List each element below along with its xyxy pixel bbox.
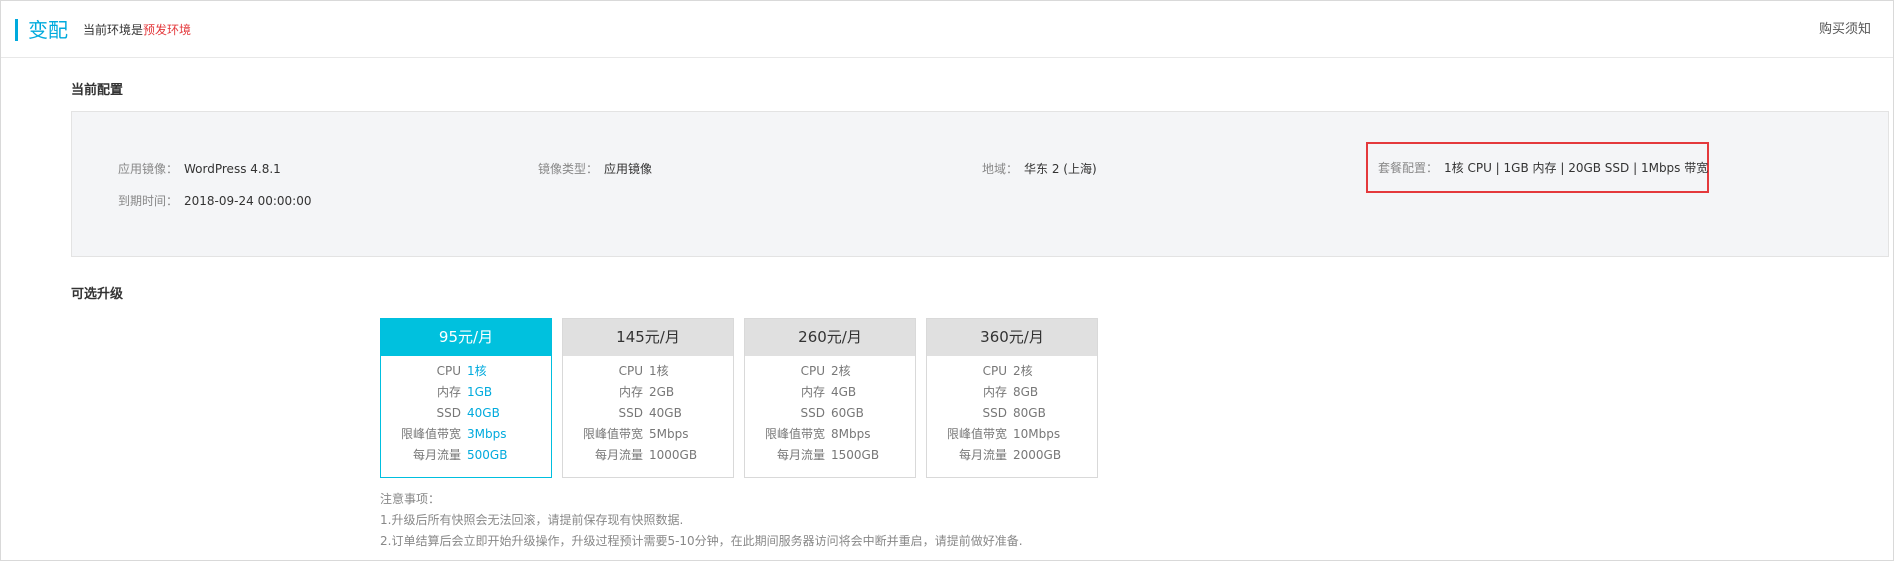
expire-value: 2018-09-24 00:00:00 [184,194,312,208]
image-value: WordPress 4.8.1 [184,162,281,176]
page-frame: 变配 当前环境是预发环境 购买须知 当前配置 应用镜像： WordPress 4.… [0,0,1894,561]
current-config-panel: 应用镜像： WordPress 4.8.1 镜像类型： 应用镜像 地域： 华东 2 (… [71,111,1889,257]
package-highlight-box: 套餐配置： 1核 CPU | 1GB 内存 | 20GB SSD | 1Mbps … [1366,142,1709,193]
note-item: 2.订单结算后会立即开始升级操作，升级过程预计需要5-10分钟，在此期间服务器访… [380,534,1023,548]
plan-spec-row: 内存 1GB [381,382,551,403]
spec-value: 8GB [1013,385,1039,399]
plan-spec-row: SSD 80GB [927,403,1097,424]
page-header: 变配 当前环境是预发环境 购买须知 [1,1,1893,58]
spec-value: 40GB [649,406,682,420]
plan-price: 95元/月 [381,319,551,356]
plan-card-145[interactable]: 145元/月 CPU 1核 内存 2GB SSD 40GB 限峰值带宽 5Mbps 每月… [562,318,734,478]
plan-spec-row: 每月流量 500GB [381,445,551,466]
package-label: 套餐配置： [1378,161,1439,175]
spec-label: 每月流量 [776,448,825,462]
plan-card-360[interactable]: 360元/月 CPU 2核 内存 8GB SSD 80GB 限峰值带宽 10Mbps 每… [926,318,1098,478]
region-info: 地域： 华东 2 (上海) [982,160,1097,178]
spec-value: 10Mbps [1013,427,1061,441]
expire-label: 到期时间： [118,194,179,208]
spec-value: 4GB [831,385,857,399]
plan-spec-row: SSD 60GB [745,403,915,424]
package-info: 套餐配置： 1核 CPU | 1GB 内存 | 20GB SSD | 1Mbps … [1378,159,1708,177]
spec-value: 3Mbps [467,427,507,441]
spec-value: 80GB [1013,406,1046,420]
plan-card-260[interactable]: 260元/月 CPU 2核 内存 4GB SSD 60GB 限峰值带宽 8Mbps 每月… [744,318,916,478]
spec-value: 1核 [649,364,669,378]
plan-spec-row: 每月流量 2000GB [927,445,1097,466]
image-label: 应用镜像： [118,162,179,176]
spec-value: 500GB [467,448,508,462]
expire-info: 到期时间： 2018-09-24 00:00:00 [118,192,311,210]
spec-value: 5Mbps [649,427,689,441]
package-value: 1核 CPU | 1GB 内存 | 20GB SSD | 1Mbps 带宽 [1444,161,1709,175]
spec-label: CPU [982,364,1007,378]
spec-value: 1核 [467,364,487,378]
spec-label: CPU [800,364,825,378]
image-info: 应用镜像： WordPress 4.8.1 [118,160,281,178]
spec-label: 内存 [436,385,461,399]
page-title: 变配 [28,18,68,42]
spec-label: SSD [982,406,1007,420]
image-type-label: 镜像类型： [538,162,599,176]
plan-spec-row: 限峰值带宽 10Mbps [927,424,1097,445]
spec-value: 40GB [467,406,500,420]
spec-label: 限峰值带宽 [946,427,1007,441]
spec-value: 1000GB [649,448,698,462]
spec-label: CPU [618,364,643,378]
spec-value: 2GB [649,385,675,399]
spec-label: 每月流量 [412,448,461,462]
image-type-info: 镜像类型： 应用镜像 [538,160,652,178]
notes-title: 注意事项： [380,492,441,506]
spec-label: 每月流量 [594,448,643,462]
spec-value: 2000GB [1013,448,1062,462]
plan-spec-row: 限峰值带宽 8Mbps [745,424,915,445]
environment-prefix: 当前环境是 [83,23,144,37]
spec-label: SSD [618,406,643,420]
spec-value: 8Mbps [831,427,871,441]
image-type-value: 应用镜像 [604,162,653,176]
spec-label: 限峰值带宽 [764,427,825,441]
plan-spec-row: 内存 8GB [927,382,1097,403]
spec-label: SSD [800,406,825,420]
plan-spec-row: 限峰值带宽 5Mbps [563,424,733,445]
title-accent-bar [15,19,18,41]
upgrade-options-heading: 可选升级 [71,287,124,302]
plan-spec-row: CPU 2核 [745,361,915,382]
purchase-notice-link[interactable]: 购买须知 [1819,20,1871,40]
spec-label: SSD [436,406,461,420]
plan-card-95[interactable]: 95元/月 CPU 1核 内存 1GB SSD 40GB 限峰值带宽 3Mbps 每月流… [380,318,552,478]
note-item: 1.升级后所有快照会无法回滚，请提前保存现有快照数据. [380,513,684,527]
plan-spec-row: 每月流量 1000GB [563,445,733,466]
spec-label: 限峰值带宽 [400,427,461,441]
region-label: 地域： [982,162,1019,176]
spec-value: 1GB [467,385,493,399]
spec-value: 1500GB [831,448,880,462]
spec-label: CPU [436,364,461,378]
spec-label: 限峰值带宽 [582,427,643,441]
plan-price: 360元/月 [927,319,1097,356]
spec-label: 内存 [800,385,825,399]
plan-price: 260元/月 [745,319,915,356]
plan-spec-row: CPU 1核 [381,361,551,382]
spec-label: 内存 [982,385,1007,399]
spec-value: 60GB [831,406,864,420]
current-config-heading: 当前配置 [71,83,124,98]
plan-spec-row: CPU 2核 [927,361,1097,382]
plan-spec-row: 每月流量 1500GB [745,445,915,466]
spec-value: 2核 [1013,364,1033,378]
plan-price: 145元/月 [563,319,733,356]
plan-spec-row: 内存 4GB [745,382,915,403]
environment-notice: 当前环境是预发环境 [83,21,191,39]
plan-spec-row: 内存 2GB [563,382,733,403]
plan-spec-row: 限峰值带宽 3Mbps [381,424,551,445]
region-value: 华东 2 (上海) [1024,162,1097,176]
environment-value: 预发环境 [143,23,192,37]
spec-label: 内存 [618,385,643,399]
upgrade-notes: 注意事项： 1.升级后所有快照会无法回滚，请提前保存现有快照数据. 2.订单结算… [380,489,1023,552]
spec-label: 每月流量 [958,448,1007,462]
spec-value: 2核 [831,364,851,378]
plan-spec-row: CPU 1核 [563,361,733,382]
plan-spec-row: SSD 40GB [381,403,551,424]
plan-spec-row: SSD 40GB [563,403,733,424]
